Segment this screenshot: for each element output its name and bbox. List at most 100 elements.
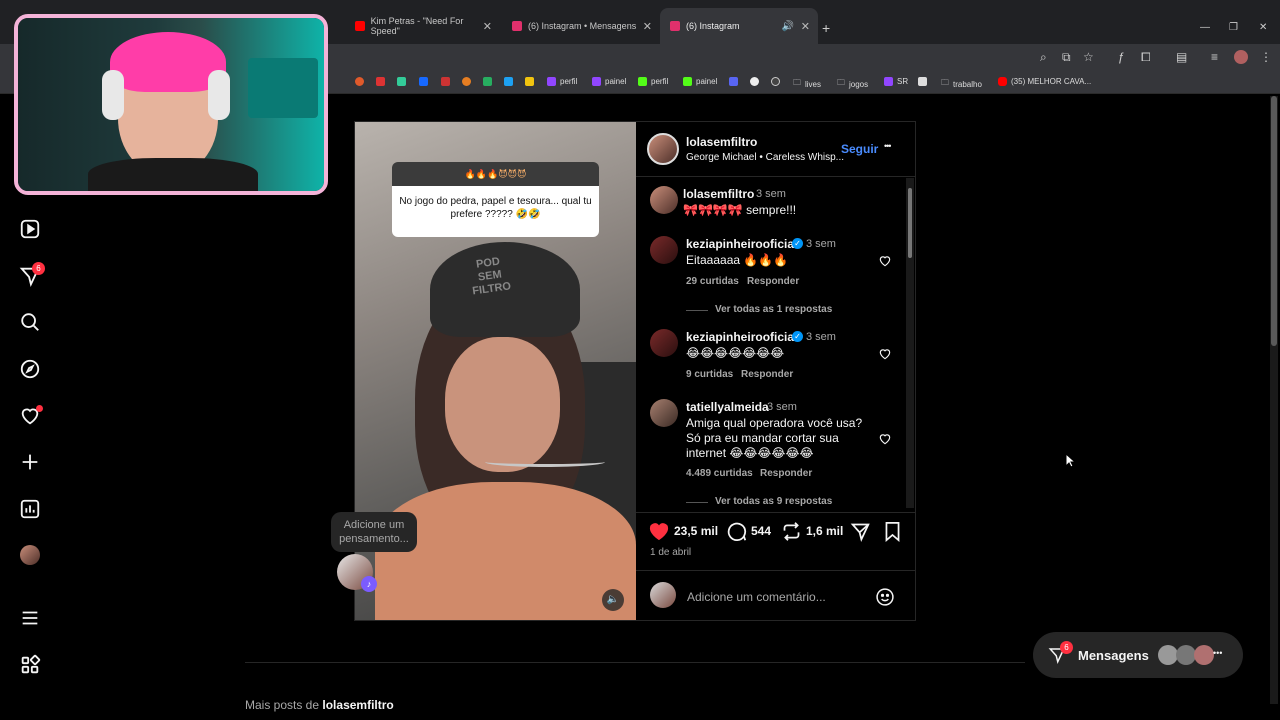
bookmark-icon[interactable] bbox=[419, 77, 432, 86]
menu-icon[interactable] bbox=[19, 607, 41, 629]
bookmark-folder-lives[interactable]: 🗀 lives bbox=[793, 77, 821, 91]
bookmark-icon[interactable] bbox=[525, 77, 538, 86]
bookmark-star-icon[interactable]: ☆ bbox=[1083, 50, 1094, 64]
bookmark-icon[interactable] bbox=[376, 77, 389, 86]
share-icon[interactable] bbox=[850, 521, 871, 542]
tab-instagram-messages[interactable]: (6) Instagram • Mensagens ✕ bbox=[502, 8, 660, 44]
more-posts-username[interactable]: lolasemfiltro bbox=[322, 698, 393, 712]
reply-button[interactable]: Responder bbox=[747, 276, 799, 287]
comment-time[interactable]: 3 sem bbox=[767, 401, 797, 413]
sidepanel-icon[interactable]: ▤ bbox=[1176, 50, 1187, 64]
bookmark-painel-kick[interactable]: painel bbox=[683, 77, 717, 86]
author-avatar[interactable] bbox=[647, 133, 679, 165]
bookmark-icon[interactable] bbox=[355, 77, 368, 86]
bookmark-icon[interactable] bbox=[750, 77, 763, 86]
window-close-button[interactable]: ✕ bbox=[1259, 22, 1267, 33]
scrollbar-thumb[interactable] bbox=[908, 188, 912, 258]
save-icon[interactable] bbox=[883, 521, 902, 542]
search-icon[interactable] bbox=[19, 311, 41, 333]
comment-likes[interactable]: 4.489 curtidas bbox=[686, 468, 753, 479]
repost-icon[interactable] bbox=[781, 521, 802, 542]
caption-username[interactable]: lolasemfiltro bbox=[683, 187, 754, 201]
comment-time[interactable]: 3 sem bbox=[806, 331, 836, 343]
follow-button[interactable]: Seguir bbox=[841, 142, 878, 156]
comment-like-icon[interactable] bbox=[878, 254, 892, 268]
zoom-icon[interactable]: ⌕ bbox=[1040, 50, 1047, 65]
comment-like-icon[interactable] bbox=[878, 432, 892, 446]
dashboard-icon[interactable] bbox=[19, 498, 41, 520]
minimize-button[interactable]: — bbox=[1200, 22, 1210, 33]
caption-avatar[interactable] bbox=[650, 186, 678, 214]
script-icon[interactable]: ƒ bbox=[1118, 50, 1125, 64]
bookmark-painel-twitch[interactable]: painel bbox=[592, 77, 626, 86]
notification-dot bbox=[36, 405, 43, 412]
close-icon[interactable]: ✕ bbox=[643, 20, 652, 33]
profile-avatar[interactable] bbox=[1234, 50, 1248, 64]
bookmark-icon[interactable] bbox=[397, 77, 410, 86]
bookmark-folder-trabalho[interactable]: 🗀 trabalho bbox=[941, 77, 982, 91]
comments-scrollbar[interactable] bbox=[906, 178, 914, 508]
media-control-icon[interactable]: ≡ bbox=[1211, 50, 1218, 64]
comment-likes[interactable]: 29 curtidas bbox=[686, 276, 739, 287]
comment-input[interactable]: Adicione um comentário... bbox=[687, 590, 826, 604]
reposts-count[interactable]: 1,6 mil bbox=[806, 524, 843, 538]
bookmark-icon[interactable] bbox=[483, 77, 496, 86]
comment-time[interactable]: 3 sem bbox=[806, 238, 836, 250]
comment-avatar[interactable] bbox=[650, 236, 678, 264]
post-date[interactable]: 1 de abril bbox=[650, 547, 691, 558]
instagram-icon bbox=[670, 21, 680, 31]
author-username[interactable]: lolasemfiltro bbox=[686, 135, 757, 149]
bookmark-icon[interactable] bbox=[729, 77, 742, 86]
bookmark-icon[interactable] bbox=[771, 77, 784, 86]
comment-avatar[interactable] bbox=[650, 329, 678, 357]
more-apps-icon[interactable] bbox=[19, 654, 41, 676]
comment-username[interactable]: keziapinheirooficial bbox=[686, 237, 797, 251]
tab-kim-petras[interactable]: Kim Petras - "Need For Speed" ✕ bbox=[345, 8, 500, 44]
emoji-icon[interactable] bbox=[875, 587, 895, 607]
view-replies-button[interactable]: Ver todas as 1 respostas bbox=[715, 304, 832, 315]
post-modal: POD SEM FILTRO 🔥🔥🔥😈😈😈 No jogo do pedra, pa… bbox=[354, 121, 916, 621]
tab-instagram[interactable]: (6) Instagram 🔊 ✕ bbox=[660, 8, 818, 44]
page-scrollbar[interactable] bbox=[1270, 96, 1278, 704]
cast-icon[interactable]: ⧉ bbox=[1062, 50, 1071, 65]
profile-avatar[interactable] bbox=[20, 545, 40, 565]
more-options-icon[interactable]: ••• bbox=[884, 141, 892, 151]
messages-pill[interactable]: 6 Mensagens ••• bbox=[1033, 632, 1243, 678]
music-label[interactable]: George Michael • Careless Whisp... bbox=[686, 152, 844, 163]
reels-icon[interactable] bbox=[19, 218, 41, 240]
reply-button[interactable]: Responder bbox=[741, 369, 793, 380]
create-icon[interactable] bbox=[19, 451, 41, 473]
volume-icon[interactable]: 🔈 bbox=[602, 589, 624, 611]
maximize-button[interactable]: ❐ bbox=[1229, 22, 1238, 33]
close-icon[interactable]: ✕ bbox=[483, 20, 492, 33]
bookmark-youtube[interactable]: (35) MELHOR CAVA... bbox=[998, 77, 1091, 86]
bookmark-icon[interactable] bbox=[918, 77, 931, 86]
comment-username[interactable]: tatiellyalmeida bbox=[686, 400, 769, 414]
comment-username[interactable]: keziapinheirooficial bbox=[686, 330, 797, 344]
caption-time[interactable]: 3 sem bbox=[756, 188, 786, 200]
bookmark-icon[interactable] bbox=[441, 77, 454, 86]
bookmark-icon[interactable] bbox=[504, 77, 517, 86]
comment-likes[interactable]: 9 curtidas bbox=[686, 369, 733, 380]
speaker-icon[interactable]: 🔊 bbox=[782, 21, 794, 32]
bookmark-perfil-kick[interactable]: perfil bbox=[638, 77, 668, 86]
scrollbar-thumb[interactable] bbox=[1271, 96, 1277, 346]
liked-heart-icon[interactable] bbox=[648, 521, 670, 541]
bookmark-icon[interactable] bbox=[462, 77, 475, 86]
close-icon[interactable]: ✕ bbox=[801, 20, 810, 33]
comment-like-icon[interactable] bbox=[878, 347, 892, 361]
likes-count[interactable]: 23,5 mil bbox=[674, 524, 718, 538]
bookmark-folder-jogos[interactable]: 🗀 jogos bbox=[837, 77, 868, 91]
view-replies-button[interactable]: Ver todas as 9 respostas bbox=[715, 496, 832, 507]
thought-bubble[interactable]: Adicione um pensamento... bbox=[331, 512, 417, 552]
comment-avatar[interactable] bbox=[650, 399, 678, 427]
browser-menu-icon[interactable]: ⋮ bbox=[1260, 50, 1272, 64]
bookmark-perfil-twitch[interactable]: perfil bbox=[547, 77, 577, 86]
extensions-icon[interactable]: ⧠ bbox=[1141, 50, 1151, 65]
comments-count[interactable]: 544 bbox=[751, 524, 771, 538]
reply-button[interactable]: Responder bbox=[760, 468, 812, 479]
explore-icon[interactable] bbox=[19, 358, 41, 380]
bookmark-sr[interactable]: SR bbox=[884, 77, 908, 86]
new-tab-button[interactable]: + bbox=[822, 20, 830, 36]
comment-icon[interactable] bbox=[726, 521, 747, 542]
